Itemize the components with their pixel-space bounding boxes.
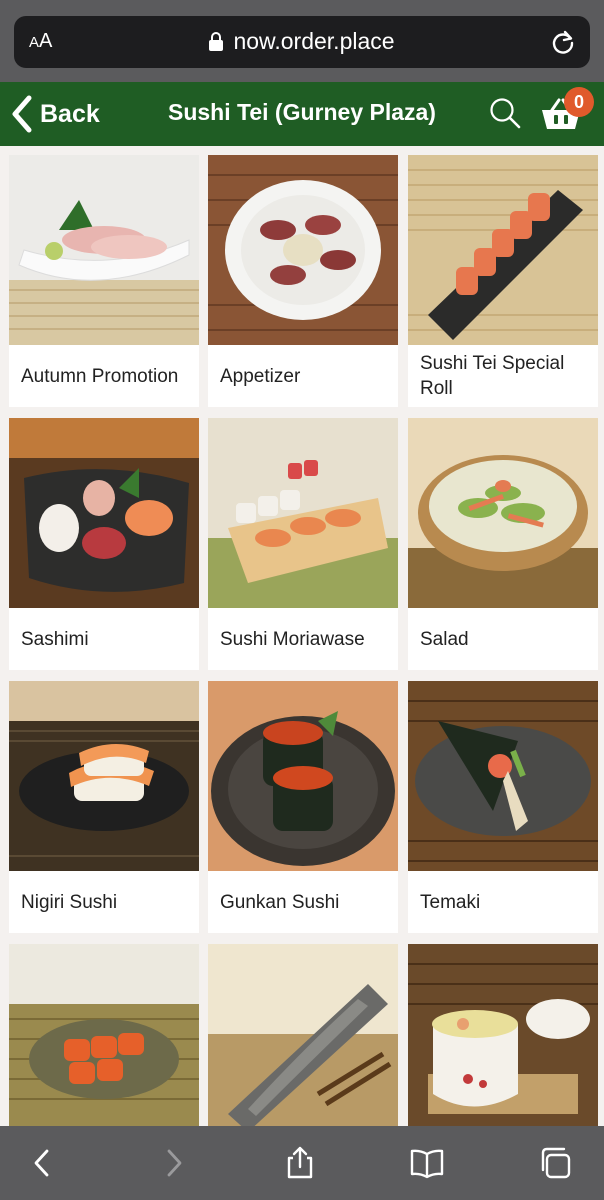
category-image: [208, 944, 398, 1126]
share-icon: [287, 1146, 313, 1179]
category-card-temaki[interactable]: Temaki: [408, 681, 598, 933]
category-image: [9, 681, 199, 871]
category-image: [208, 418, 398, 608]
chevron-left-icon: [12, 95, 32, 133]
category-label: Autumn Promotion: [21, 365, 179, 387]
category-label: Salad: [420, 628, 469, 650]
back-arrow-icon: [34, 1149, 49, 1177]
category-card-autumn-promotion[interactable]: Autumn Promotion: [9, 155, 199, 407]
category-image: [9, 944, 199, 1126]
category-label: Sushi Moriawase: [220, 628, 365, 650]
bookmarks-icon: [410, 1149, 444, 1179]
back-button[interactable]: Back: [10, 94, 100, 134]
category-card-grilled[interactable]: [208, 944, 398, 1126]
category-image: [408, 418, 598, 608]
browser-bottom-toolbar: [0, 1126, 604, 1200]
browser-back-button[interactable]: [26, 1146, 60, 1180]
category-image: [408, 155, 598, 345]
cart-count-badge[interactable]: 0: [564, 87, 594, 117]
category-card-nigiri-sushi[interactable]: Nigiri Sushi: [9, 681, 199, 933]
category-grid: Autumn Promotion Appetizer Sushi Tei Spe…: [0, 146, 604, 1126]
back-label: Back: [40, 99, 100, 128]
category-image: [208, 155, 398, 345]
url-display[interactable]: now.order.place: [14, 28, 590, 55]
category-label: Temaki: [420, 891, 481, 913]
category-image: [408, 681, 598, 871]
category-image: [9, 418, 199, 608]
category-image: [408, 944, 598, 1126]
category-card-special-roll[interactable]: Sushi Tei Special Roll: [408, 155, 598, 407]
category-card-sashimi[interactable]: Sashimi: [9, 418, 199, 670]
browser-forward-button[interactable]: [156, 1146, 190, 1180]
category-image: [208, 681, 398, 871]
tabs-icon: [541, 1147, 571, 1179]
category-label: Appetizer: [220, 365, 301, 387]
category-card-maki[interactable]: [9, 944, 199, 1126]
category-label: Sashimi: [21, 628, 89, 650]
category-card-salad[interactable]: Salad: [408, 418, 598, 670]
category-card-sushi-moriawase[interactable]: Sushi Moriawase: [208, 418, 398, 670]
category-card-gunkan-sushi[interactable]: Gunkan Sushi: [208, 681, 398, 933]
category-image: [9, 155, 199, 345]
app-header: Sushi Tei (Gurney Plaza) Back: [0, 82, 604, 146]
category-card-chawanmushi[interactable]: [408, 944, 598, 1126]
address-bar[interactable]: AA now.order.place: [14, 16, 590, 68]
category-label: Nigiri Sushi: [21, 891, 118, 913]
reload-icon[interactable]: [550, 29, 576, 55]
forward-arrow-icon: [167, 1149, 182, 1177]
category-card-appetizer[interactable]: Appetizer: [208, 155, 398, 407]
share-button[interactable]: [283, 1146, 317, 1180]
bookmarks-button[interactable]: [410, 1146, 444, 1180]
url-text: now.order.place: [233, 28, 395, 54]
tabs-button[interactable]: [538, 1146, 572, 1180]
search-icon[interactable]: [488, 96, 522, 130]
category-label: Sushi Tei Special Roll: [420, 353, 565, 399]
browser-top-bar: AA now.order.place: [0, 0, 604, 82]
category-label: Gunkan Sushi: [220, 891, 340, 913]
lock-icon: [209, 32, 224, 51]
